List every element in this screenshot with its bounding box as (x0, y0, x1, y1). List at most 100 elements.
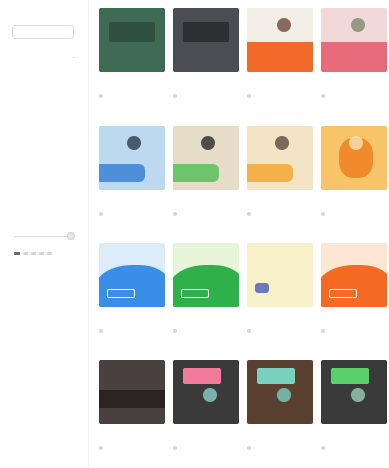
template-card[interactable] (173, 126, 239, 234)
template-card[interactable] (247, 243, 313, 351)
thumbnail-figure (277, 388, 291, 402)
author-avatar (321, 446, 325, 450)
card-meta (247, 328, 253, 333)
thumbnail-color-band (257, 368, 295, 384)
template-thumbnail[interactable] (173, 360, 239, 424)
author-avatar (321, 212, 325, 216)
author-avatar (247, 329, 251, 333)
card-meta (247, 93, 253, 98)
range-slider-handle[interactable] (67, 232, 75, 240)
thumbnail-figure (351, 388, 365, 402)
template-thumbnail[interactable] (99, 243, 165, 307)
card-meta (321, 445, 327, 450)
thumbnail-figure (203, 388, 217, 402)
author-avatar (99, 329, 103, 333)
template-thumbnail[interactable] (173, 8, 239, 72)
card-meta (173, 93, 179, 98)
author-avatar (173, 212, 177, 216)
template-thumbnail[interactable] (321, 243, 387, 307)
thumbnail-figure (277, 18, 291, 32)
template-card[interactable] (173, 8, 239, 116)
author-avatar (99, 94, 103, 98)
author-avatar (247, 446, 251, 450)
card-meta (247, 445, 253, 450)
template-thumbnail[interactable] (99, 360, 165, 424)
template-thumbnail[interactable] (247, 243, 313, 307)
template-card[interactable] (173, 243, 239, 351)
template-thumbnail[interactable] (173, 126, 239, 190)
template-thumbnail[interactable] (99, 8, 165, 72)
author-avatar (99, 212, 103, 216)
color-swatches[interactable] (14, 252, 52, 255)
template-card[interactable] (247, 360, 313, 468)
template-card[interactable] (173, 360, 239, 468)
author-avatar (247, 212, 251, 216)
thumbnail-color-band (173, 265, 239, 307)
template-thumbnail[interactable] (321, 126, 387, 190)
card-meta (99, 328, 105, 333)
template-thumbnail[interactable] (247, 126, 313, 190)
template-card[interactable] (321, 243, 387, 351)
author-avatar (173, 329, 177, 333)
template-card[interactable] (99, 8, 165, 116)
thumbnail-color-band (99, 265, 165, 307)
color-swatch[interactable] (47, 252, 52, 255)
thumbnail-color-band (109, 22, 155, 42)
thumbnail-color-band (255, 283, 269, 293)
author-avatar (247, 94, 251, 98)
color-swatch[interactable] (39, 252, 44, 255)
color-swatch[interactable] (14, 252, 20, 255)
thumbnail-figure (351, 18, 365, 32)
template-card[interactable] (99, 126, 165, 234)
card-meta (173, 328, 179, 333)
thumbnail-color-band (247, 164, 293, 182)
color-swatch[interactable] (31, 252, 36, 255)
author-avatar (173, 94, 177, 98)
template-card[interactable] (321, 360, 387, 468)
card-meta (321, 211, 327, 216)
card-meta (321, 93, 327, 98)
author-avatar (321, 94, 325, 98)
thumbnail-color-band (321, 42, 387, 72)
thumbnail-figure (201, 136, 215, 150)
author-avatar (321, 329, 325, 333)
thumbnail-color-band (183, 368, 221, 384)
template-card[interactable] (321, 8, 387, 116)
template-thumbnail[interactable] (99, 126, 165, 190)
thumbnail-color-band (331, 368, 369, 384)
template-thumbnail[interactable] (321, 8, 387, 72)
thumbnail-color-band (183, 22, 229, 42)
filter-sidebar: ⌄ (0, 0, 89, 468)
card-meta (99, 93, 105, 98)
card-meta (247, 211, 253, 216)
template-card[interactable] (247, 126, 313, 234)
thumbnail-cta-shape (107, 289, 135, 298)
card-meta (173, 445, 179, 450)
template-thumbnail[interactable] (247, 360, 313, 424)
template-card[interactable] (321, 126, 387, 234)
template-card[interactable] (99, 243, 165, 351)
range-slider-track[interactable] (14, 236, 74, 237)
thumbnail-color-band (99, 164, 145, 182)
color-swatch[interactable] (23, 252, 28, 255)
card-meta (99, 445, 105, 450)
thumbnail-cta-shape (181, 289, 209, 298)
card-meta (99, 211, 105, 216)
thumbnail-cta-shape (329, 289, 357, 298)
thumbnail-color-band (247, 42, 313, 72)
template-card[interactable] (99, 360, 165, 468)
thumbnail-figure (127, 136, 141, 150)
template-thumbnail[interactable] (247, 8, 313, 72)
thumbnail-color-band (99, 390, 165, 408)
thumbnail-figure (275, 136, 289, 150)
card-meta (173, 211, 179, 216)
author-avatar (173, 446, 177, 450)
thumbnail-color-band (173, 164, 219, 182)
author-avatar (99, 446, 103, 450)
thumbnail-color-band (321, 265, 387, 307)
template-thumbnail[interactable] (173, 243, 239, 307)
sidebar-action-button[interactable] (12, 25, 74, 39)
template-thumbnail[interactable] (321, 360, 387, 424)
chevron-down-icon[interactable]: ⌄ (72, 54, 76, 60)
template-card[interactable] (247, 8, 313, 116)
